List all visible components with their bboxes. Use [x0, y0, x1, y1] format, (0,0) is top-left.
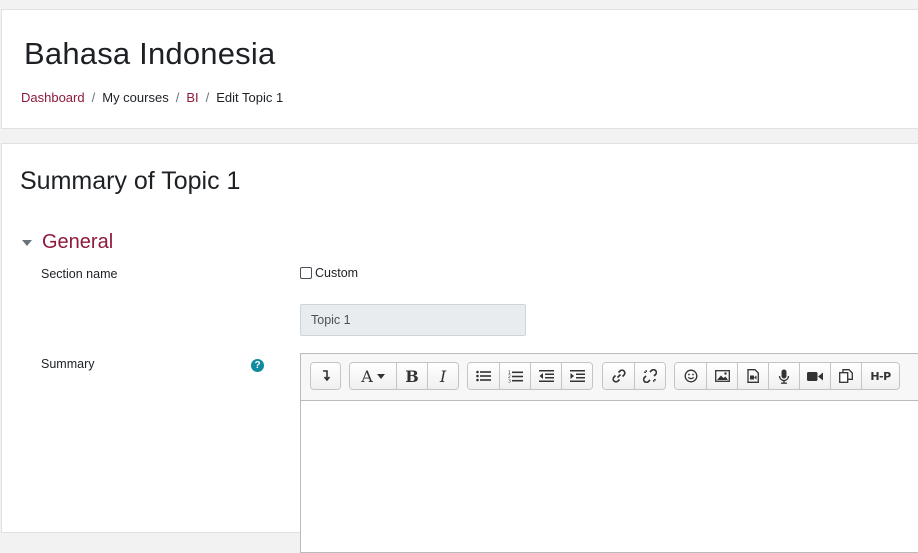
- summary-editor: A B I 123 H-P: [300, 353, 918, 553]
- italic-button[interactable]: I: [427, 363, 458, 389]
- smiley-icon: [684, 369, 697, 383]
- page-header: Bahasa Indonesia Dashboard / My courses …: [1, 9, 918, 129]
- record-audio-button[interactable]: [768, 363, 799, 389]
- outdent-button[interactable]: [530, 363, 561, 389]
- unordered-list-button[interactable]: [468, 363, 499, 389]
- breadcrumb-course[interactable]: BI: [186, 90, 198, 105]
- media-file-icon: [747, 369, 759, 383]
- collapse-arrow-icon: [322, 370, 330, 382]
- video-camera-icon: [807, 371, 823, 381]
- toolbar-group-format: A B I: [349, 362, 459, 390]
- indent-icon: [569, 370, 585, 382]
- page-title: Summary of Topic 1: [20, 167, 241, 195]
- toolbar-group-insert: H-P: [674, 362, 900, 390]
- section-name-input[interactable]: Topic 1: [300, 304, 526, 336]
- custom-checkbox-wrap: Custom: [300, 266, 358, 280]
- microphone-icon: [778, 369, 790, 384]
- ordered-list-button[interactable]: 123: [499, 363, 530, 389]
- toolbar-group-collapse: [310, 362, 341, 390]
- manage-files-button[interactable]: [830, 363, 861, 389]
- breadcrumb-my-courses: My courses: [102, 90, 169, 105]
- breadcrumb-separator: /: [91, 90, 96, 105]
- ordered-list-icon: 123: [508, 370, 523, 383]
- image-icon: [714, 370, 730, 382]
- copy-files-icon: [839, 369, 853, 383]
- summary-label: Summary: [41, 357, 95, 371]
- custom-label: Custom: [315, 266, 359, 280]
- custom-checkbox[interactable]: [300, 267, 312, 279]
- breadcrumb: Dashboard / My courses / BI / Edit Topic…: [21, 90, 283, 105]
- outdent-icon: [538, 370, 554, 382]
- insert-image-button[interactable]: [706, 363, 737, 389]
- collapse-toolbar-button[interactable]: [311, 363, 340, 389]
- toolbar-group-lists: 123: [467, 362, 593, 390]
- summary-editor-area[interactable]: [301, 401, 918, 552]
- unordered-list-icon: [476, 370, 491, 382]
- toolbar-group-links: [602, 362, 666, 390]
- unlink-button[interactable]: [634, 363, 665, 389]
- editor-toolbar: A B I 123 H-P: [301, 354, 918, 401]
- font-style-button[interactable]: A: [350, 363, 396, 389]
- section-name-label: Section name: [41, 267, 118, 281]
- emoticon-button[interactable]: [675, 363, 706, 389]
- help-icon[interactable]: ?: [251, 359, 264, 372]
- main-content: Summary of Topic 1 General Section name …: [1, 143, 918, 553]
- link-button[interactable]: [603, 363, 634, 389]
- breadcrumb-separator: /: [205, 90, 210, 105]
- course-title: Bahasa Indonesia: [24, 36, 276, 71]
- breadcrumb-separator: /: [175, 90, 180, 105]
- record-video-button[interactable]: [799, 363, 830, 389]
- svg-text:3: 3: [508, 378, 511, 383]
- breadcrumb-current: Edit Topic 1: [216, 90, 284, 105]
- unlink-icon: [643, 369, 657, 383]
- section-title: General: [42, 231, 114, 253]
- section-toggle-general[interactable]: General: [22, 231, 113, 254]
- breadcrumb-dashboard[interactable]: Dashboard: [21, 90, 85, 105]
- link-icon: [611, 369, 626, 383]
- chevron-down-icon: [376, 373, 385, 379]
- caret-down-icon: [22, 240, 32, 246]
- font-style-label: A: [361, 366, 373, 386]
- insert-media-button[interactable]: [737, 363, 768, 389]
- bold-button[interactable]: B: [396, 363, 427, 389]
- h5p-button[interactable]: H-P: [861, 363, 899, 389]
- indent-button[interactable]: [561, 363, 592, 389]
